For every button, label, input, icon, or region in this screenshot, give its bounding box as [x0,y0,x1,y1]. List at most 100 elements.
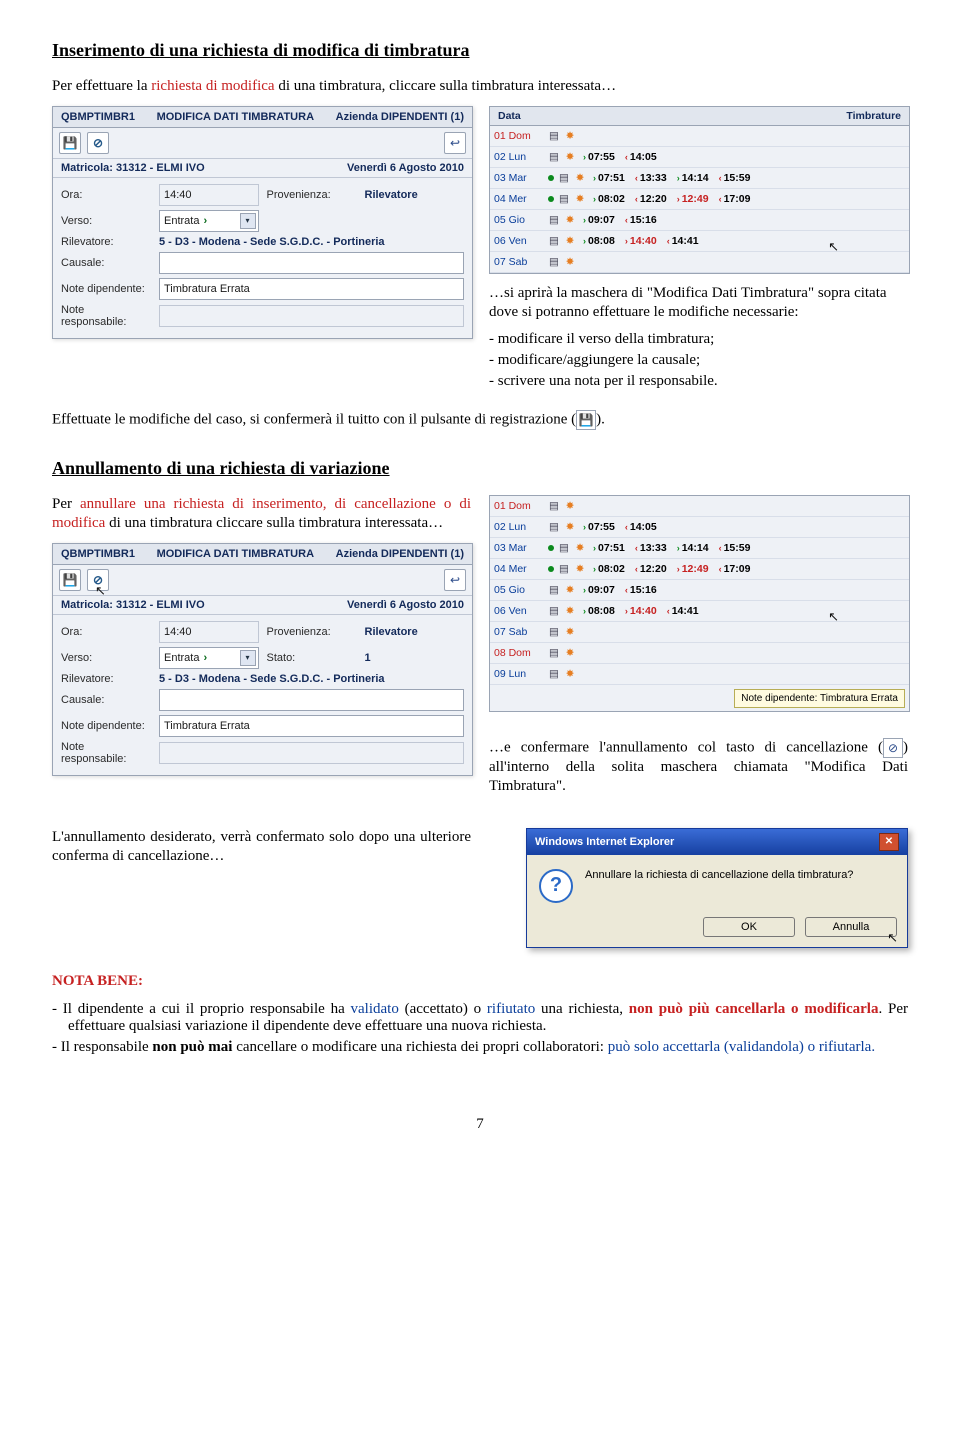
page-number: 7 [52,1116,908,1133]
back-arrow-icon-b[interactable]: ↩ [444,569,466,591]
input-note-dipendente[interactable]: Timbratura Errata [159,278,464,300]
table-row[interactable]: 07 Sab▤✸ [490,252,909,273]
table-row[interactable]: 02 Lun▤✸›07:55‹14:05 [490,517,909,538]
stamp-out[interactable]: ‹12:20 [632,563,670,575]
section1-title: Inserimento di una richiesta di modifica… [52,40,908,61]
table-row[interactable]: 09 Lun▤✸Note dipendente: Timbratura Erra… [490,664,909,685]
table-row[interactable]: 08 Dom▤✸ [490,643,909,664]
save-icon-b[interactable]: 💾 [59,569,81,591]
label-caus: Causale: [61,257,151,269]
table-row[interactable]: 07 Sab▤✸ [490,622,909,643]
dialog-title: Windows Internet Explorer [535,836,674,848]
document-icon: ▤ [548,605,560,617]
field-matricola: Matricola: 31312 - ELMI IVO [61,162,205,174]
input-causale[interactable] [159,252,464,274]
stamp-in[interactable]: ›07:51 [590,542,628,554]
table-row[interactable]: 05 Gio▤✸›09:07‹15:16 [490,580,909,601]
warning-icon: ✸ [574,563,586,575]
stamp-in[interactable]: ›08:08 [580,605,618,617]
stamp-in[interactable]: ›07:55 [580,151,618,163]
stamp-in[interactable]: ›08:02 [590,193,628,205]
save-icon[interactable]: 💾 [59,132,81,154]
label-note-resp: Note responsabile: [61,304,151,328]
document-icon: ▤ [548,214,560,226]
select-verso-b[interactable]: Entrata▾ › [159,647,259,669]
dialog-close-icon[interactable]: ✕ [879,833,899,851]
cancel-circle-icon[interactable]: ⊘ [87,132,109,154]
stamp-in[interactable]: ›14:14 [674,542,712,554]
table-row[interactable]: 03 Mar▤✸›07:51‹13:33›14:14‹15:59 [490,168,909,189]
stamp-in[interactable]: ›14:40 [622,235,660,247]
stamp-in[interactable]: ›07:55 [580,521,618,533]
stamp-out[interactable]: ‹14:05 [622,151,660,163]
value-ril-b: 5 - D3 - Modena - Sede S.G.D.C. - Portin… [159,673,464,685]
label-note-resp-b: Note responsabile: [61,741,151,765]
stamp-out[interactable]: ‹15:16 [622,584,660,596]
stamp-out[interactable]: ‹15:16 [622,214,660,226]
stamp-in[interactable]: ›14:40 [622,605,660,617]
label-ril-b: Rilevatore: [61,673,151,685]
document-icon: ▤ [548,521,560,533]
stamp-out[interactable]: ‹15:59 [716,172,754,184]
input-note-responsabile-b [159,742,464,764]
section2-intro: Per annullare una richiesta di inserimen… [52,495,471,533]
stamp-out[interactable]: ‹14:41 [664,235,702,247]
nota-bene-title: NOTA BENE: [52,973,143,989]
arrow-in-icon-b: › [203,652,207,664]
back-arrow-icon[interactable]: ↩ [444,132,466,154]
table-row[interactable]: 04 Mer▤✸›08:02‹12:20›12:49‹17:09 [490,559,909,580]
field-ora-b: 14:40 [159,621,259,643]
stamp-out[interactable]: ‹12:20 [632,193,670,205]
warning-icon: ✸ [564,214,576,226]
input-note-dipendente-b[interactable]: Timbratura Errata [159,715,464,737]
form-panel-modifica: QBMPTIMBR1 MODIFICA DATI TIMBRATURA Azie… [52,106,473,339]
stamp-out[interactable]: ‹14:05 [622,521,660,533]
arrow-in-icon: › [203,215,207,227]
document-icon: ▤ [548,647,560,659]
dialog-ok-button[interactable]: OK [703,917,795,937]
stamp-in[interactable]: ›09:07 [580,584,618,596]
stamp-in[interactable]: ›12:49 [674,563,712,575]
stamp-in[interactable]: ›14:14 [674,172,712,184]
mask-bullet: scrivere una nota per il responsabile. [505,373,908,390]
cursor-icon-b: ↖ [887,930,898,946]
value-ril: 5 - D3 - Modena - Sede S.G.D.C. - Portin… [159,236,464,248]
table-row[interactable]: 05 Gio▤✸›09:07‹15:16 [490,210,909,231]
stamp-in[interactable]: ›12:49 [674,193,712,205]
input-causale-b[interactable] [159,689,464,711]
stamp-out[interactable]: ‹15:59 [716,542,754,554]
table-row[interactable]: 02 Lun▤✸›07:55‹14:05 [490,147,909,168]
warning-icon: ✸ [574,172,586,184]
warning-icon: ✸ [564,605,576,617]
stamp-in[interactable]: ›08:02 [590,563,628,575]
stamp-in[interactable]: ›09:07 [580,214,618,226]
panel-azienda-b: Azienda DIPENDENTI (1) [336,548,464,560]
field-date-b: Venerdì 6 Agosto 2010 [347,599,464,611]
table-row[interactable]: 06 Ven▤✸›08:08›14:40‹14:41↖ [490,601,909,622]
input-note-responsabile [159,305,464,327]
warning-icon: ✸ [564,647,576,659]
table-row[interactable]: 03 Mar▤✸›07:51‹13:33›14:14‹15:59 [490,538,909,559]
table-row[interactable]: 01 Dom▤✸ [490,126,909,147]
value-prov-b: Rilevatore [365,626,465,638]
warning-icon: ✸ [564,521,576,533]
stamp-out[interactable]: ‹17:09 [716,193,754,205]
panel-code: QBMPTIMBR1 [61,111,135,123]
cancel-inline-icon: ⊘ [883,738,903,758]
table-row[interactable]: 04 Mer▤✸›08:02‹12:20›12:49‹17:09 [490,189,909,210]
confirm-line: Effettuate le modifiche del caso, si con… [52,410,908,430]
mask-bullet: modificare il verso della timbratura; [505,331,908,348]
table-row[interactable]: 06 Ven▤✸›08:08›14:40‹14:41↖ [490,231,909,252]
stamp-out[interactable]: ‹13:33 [632,542,670,554]
dialog-cancel-button[interactable]: Annulla ↖ [805,917,897,937]
warning-icon: ✸ [574,193,586,205]
table-row[interactable]: 01 Dom▤✸ [490,496,909,517]
dialog-message: Annullare la richiesta di cancellazione … [585,869,853,881]
stamp-out[interactable]: ‹17:09 [716,563,754,575]
stamp-in[interactable]: ›08:08 [580,235,618,247]
stamp-out[interactable]: ‹13:33 [632,172,670,184]
stamp-out[interactable]: ‹14:41 [664,605,702,617]
stamp-in[interactable]: ›07:51 [590,172,628,184]
warning-icon: ✸ [564,626,576,638]
select-verso[interactable]: Entrata▾ › [159,210,259,232]
